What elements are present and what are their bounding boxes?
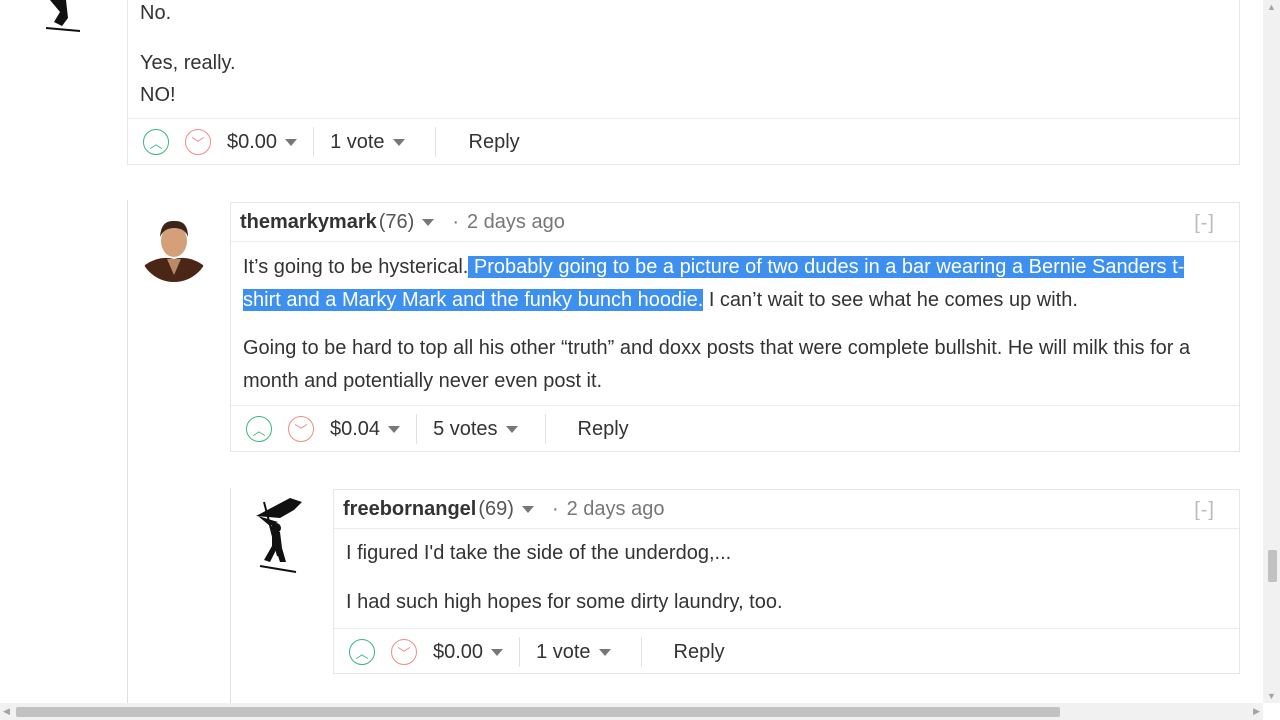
thread-line (127, 200, 128, 703)
separator-dot: · (452, 210, 459, 233)
selected-text: shirt and a Marky Mark and the funky bun… (243, 289, 704, 311)
vertical-scrollbar[interactable]: ▲ ▼ (1263, 0, 1280, 703)
caret-down-icon (505, 425, 518, 433)
reply-button[interactable]: Reply (674, 641, 725, 664)
votes-count: 5 votes (433, 417, 498, 440)
caret-down-icon (392, 138, 405, 146)
author-link[interactable]: freebornangel (343, 498, 476, 521)
chevron-down-icon: ﹀ (191, 135, 205, 151)
comment-text: No. (140, 2, 172, 24)
chevron-up-icon: ︿ (252, 422, 266, 438)
caret-down-icon[interactable] (422, 218, 435, 226)
collapse-button[interactable]: [-] (1194, 212, 1215, 235)
votes-dropdown[interactable]: 1 vote (536, 640, 611, 664)
scroll-right-arrow-icon[interactable]: ▶ (1253, 706, 1260, 717)
scroll-left-arrow-icon[interactable]: ◀ (3, 706, 10, 717)
payout-value: $0.00 (433, 640, 484, 663)
payout-value: $0.04 (330, 417, 381, 440)
scroll-down-arrow-icon[interactable]: ▼ (1267, 691, 1276, 701)
comment-footer: ︿ ﹀ $0.04 5 votes Reply (231, 405, 1239, 452)
caret-down-icon (388, 425, 401, 433)
reputation-score: (76) (378, 210, 415, 233)
scroll-up-arrow-icon[interactable]: ▲ (1267, 2, 1276, 12)
divider (313, 127, 315, 157)
upvote-button[interactable]: ︿ (246, 416, 272, 442)
votes-count: 1 vote (330, 130, 385, 153)
avatar[interactable] (40, 0, 90, 34)
chevron-up-icon: ︿ (149, 135, 163, 151)
comment-text: NO! (140, 84, 176, 106)
reply-button[interactable]: Reply (578, 418, 629, 441)
comment-paragraph: It’s going to be hysterical. Probably go… (243, 251, 1223, 317)
author-link[interactable]: themarkymark (240, 211, 377, 234)
comment-text: I can’t wait to see what he comes up wit… (703, 289, 1078, 311)
comment-header: themarkymark (76) · 2 days ago [-] (231, 203, 1239, 242)
upvote-button[interactable]: ︿ (143, 129, 169, 155)
reply-button[interactable]: Reply (469, 131, 520, 154)
comment-text: It’s going to be hysterical. (243, 256, 469, 278)
caret-down-icon (491, 648, 504, 656)
downvote-button[interactable]: ﹀ (288, 416, 314, 442)
votes-dropdown[interactable]: 5 votes (433, 417, 518, 441)
timestamp-link[interactable]: 2 days ago (467, 211, 565, 234)
votes-dropdown[interactable]: 1 vote (330, 130, 405, 154)
caret-down-icon[interactable] (521, 505, 534, 513)
comment-text: Yes, really. (140, 52, 236, 74)
caret-down-icon (285, 138, 298, 146)
avatar[interactable] (139, 209, 209, 285)
comment-paragraph: I figured I'd take the side of the under… (346, 542, 732, 564)
divider (640, 637, 642, 667)
timestamp-link[interactable]: 2 days ago (567, 498, 665, 521)
payout-dropdown[interactable]: $0.04 (330, 417, 401, 441)
chevron-down-icon: ﹀ (397, 645, 411, 661)
divider (544, 414, 546, 444)
upvote-button[interactable]: ︿ (349, 639, 375, 665)
downvote-button[interactable]: ﹀ (185, 129, 211, 155)
thread-line (230, 488, 231, 703)
payout-dropdown[interactable]: $0.00 (227, 130, 298, 154)
chevron-up-icon: ︿ (355, 645, 369, 661)
divider (434, 127, 436, 157)
payout-dropdown[interactable]: $0.00 (433, 640, 504, 664)
comment-footer: ︿ ﹀ $0.00 1 vote Reply (334, 628, 1239, 675)
avatar[interactable] (250, 496, 310, 574)
divider (519, 637, 521, 667)
selected-text: Probably going to be a picture of two du… (468, 256, 1185, 278)
scrollbar-thumb[interactable] (16, 707, 1060, 717)
scrollbar-thumb[interactable] (1268, 550, 1277, 582)
comment-card: No. Yes, really. NO! ︿ ﹀ $0.00 1 vote Re… (127, 0, 1240, 165)
reputation-score: (69) (478, 497, 514, 520)
votes-count: 1 vote (536, 640, 591, 663)
comment-paragraph: Going to be hard to top all his other “t… (243, 337, 1191, 392)
separator-dot: · (551, 497, 559, 520)
downvote-button[interactable]: ﹀ (391, 639, 417, 665)
comment-card: themarkymark (76) · 2 days ago [-] It’s … (230, 202, 1240, 452)
comment-paragraph: I had such high hopes for some dirty lau… (346, 591, 783, 613)
collapse-button[interactable]: [-] (1194, 499, 1215, 522)
caret-down-icon (598, 648, 611, 656)
horizontal-scrollbar[interactable]: ◀ ▶ (0, 703, 1263, 720)
comment-header: freebornangel (69) · 2 days ago [-] (334, 490, 1239, 529)
divider (416, 414, 418, 444)
chevron-down-icon: ﹀ (294, 422, 308, 438)
comment-card: freebornangel (69) · 2 days ago [-] I fi… (333, 489, 1240, 674)
comment-footer: ︿ ﹀ $0.00 1 vote Reply (128, 118, 1239, 165)
payout-value: $0.00 (227, 130, 278, 153)
